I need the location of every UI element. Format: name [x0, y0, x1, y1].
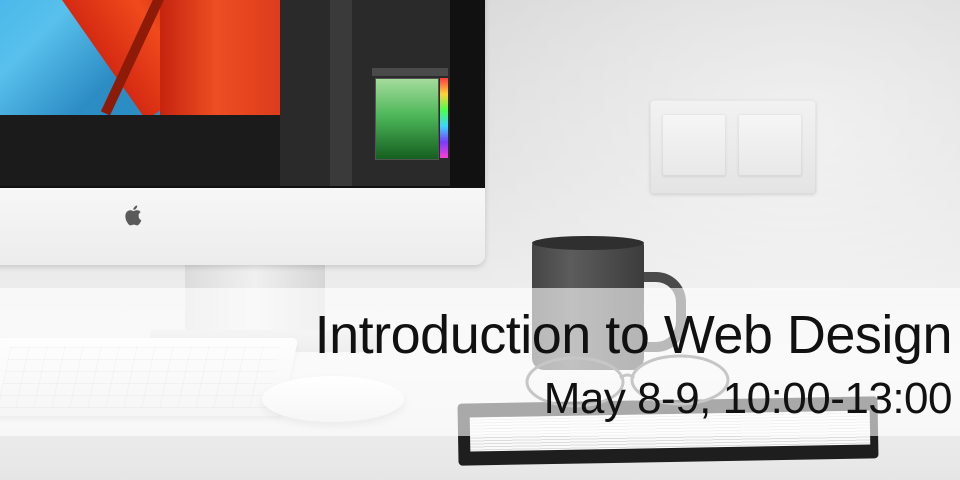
- color-picker-swatch: [375, 78, 439, 160]
- event-schedule: May 8-9, 10:00-13:00: [543, 374, 953, 423]
- switch-rocker-left: [662, 114, 726, 176]
- editor-panel-strip: [330, 0, 352, 186]
- switch-rocker-right: [738, 114, 802, 176]
- imac-screen: [0, 0, 450, 186]
- color-picker-toolbar: [372, 68, 448, 76]
- apple-logo-icon: [125, 205, 142, 226]
- imac-chin: [0, 188, 485, 265]
- hue-slider: [440, 78, 448, 158]
- imac-monitor: [0, 0, 485, 265]
- bridge-tower-right: [160, 0, 280, 115]
- event-title: Introduction to Web Design: [314, 305, 953, 365]
- light-switch: [650, 100, 816, 194]
- imac-bezel: [0, 0, 485, 188]
- screen-bridge-photo: [0, 0, 280, 115]
- mug-rim: [532, 236, 644, 250]
- hero-image: Introduction to Web Design May 8-9, 10:0…: [0, 0, 960, 480]
